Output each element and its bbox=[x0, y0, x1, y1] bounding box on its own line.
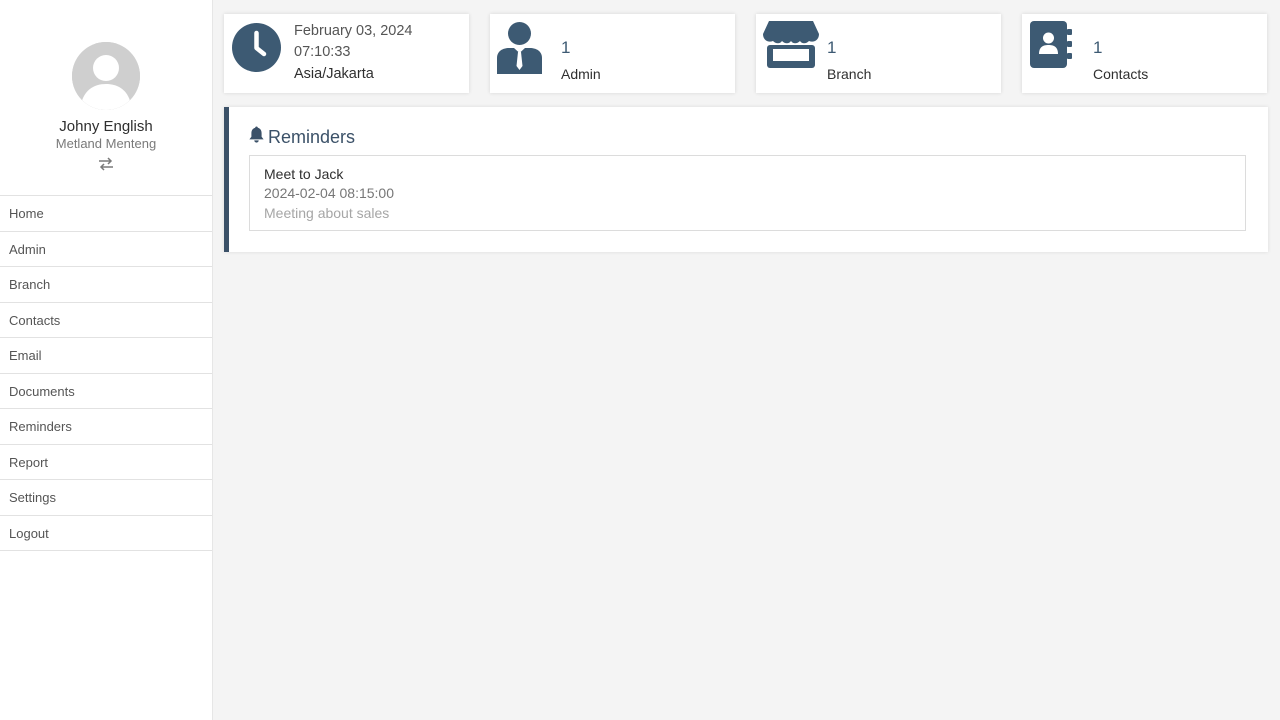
contacts-label: Contacts bbox=[1093, 66, 1149, 82]
branch-label: Branch bbox=[827, 66, 872, 82]
reminders-panel: Reminders Meet to Jack 2024-02-04 08:15:… bbox=[224, 107, 1268, 252]
admin-count: 1 bbox=[561, 38, 571, 57]
sidebar: Johny English Metland Menteng Home Admin… bbox=[0, 0, 213, 720]
contacts-count: 1 bbox=[1093, 38, 1103, 57]
sidebar-item-admin[interactable]: Admin bbox=[0, 232, 212, 267]
branch-count: 1 bbox=[827, 38, 837, 57]
switch-arrows-icon[interactable] bbox=[98, 157, 114, 176]
reminders-title: Reminders bbox=[268, 126, 356, 147]
reminder-item[interactable]: Meet to Jack 2024-02-04 08:15:00 Meeting… bbox=[249, 155, 1246, 231]
reminder-datetime: 2024-02-04 08:15:00 bbox=[264, 185, 394, 201]
sidebar-item-branch[interactable]: Branch bbox=[0, 267, 212, 303]
sidebar-item-email[interactable]: Email bbox=[0, 338, 212, 374]
clock-time: 07:10:33 bbox=[294, 44, 351, 60]
sidebar-item-settings[interactable]: Settings bbox=[0, 480, 212, 516]
reminder-title: Meet to Jack bbox=[264, 166, 344, 182]
user-avatar-icon bbox=[72, 42, 140, 110]
bell-icon bbox=[249, 126, 264, 148]
store-icon bbox=[763, 21, 819, 73]
address-book-icon bbox=[1030, 21, 1072, 73]
sidebar-item-logout[interactable]: Logout bbox=[0, 516, 212, 551]
sidebar-item-reminders[interactable]: Reminders bbox=[0, 409, 212, 445]
branch-stat-card[interactable]: 1 Branch bbox=[756, 14, 1001, 93]
sidebar-item-contacts[interactable]: Contacts bbox=[0, 303, 212, 338]
sidebar-item-home[interactable]: Home bbox=[0, 196, 212, 232]
clock-card: February 03, 2024 07:10:33 Asia/Jakarta bbox=[224, 14, 469, 93]
clock-date: February 03, 2024 bbox=[294, 23, 413, 39]
reminders-heading: Reminders bbox=[249, 126, 355, 148]
contacts-stat-card[interactable]: 1 Contacts bbox=[1022, 14, 1267, 93]
profile-branch: Metland Menteng bbox=[55, 136, 157, 151]
profile-name: Johny English bbox=[59, 118, 153, 135]
sidebar-item-documents[interactable]: Documents bbox=[0, 374, 212, 409]
app: Johny English Metland Menteng Home Admin… bbox=[0, 0, 1280, 720]
admin-label: Admin bbox=[561, 66, 601, 82]
reminder-description: Meeting about sales bbox=[264, 205, 390, 221]
admin-stat-card[interactable]: 1 Admin bbox=[490, 14, 735, 93]
clock-icon bbox=[232, 23, 281, 77]
profile-panel: Johny English Metland Menteng bbox=[0, 0, 212, 195]
sidebar-item-report[interactable]: Report bbox=[0, 445, 212, 480]
sidebar-nav: Home Admin Branch Contacts Email Documen… bbox=[0, 195, 212, 551]
clock-timezone: Asia/Jakarta bbox=[294, 66, 374, 82]
admin-user-icon bbox=[497, 22, 542, 79]
